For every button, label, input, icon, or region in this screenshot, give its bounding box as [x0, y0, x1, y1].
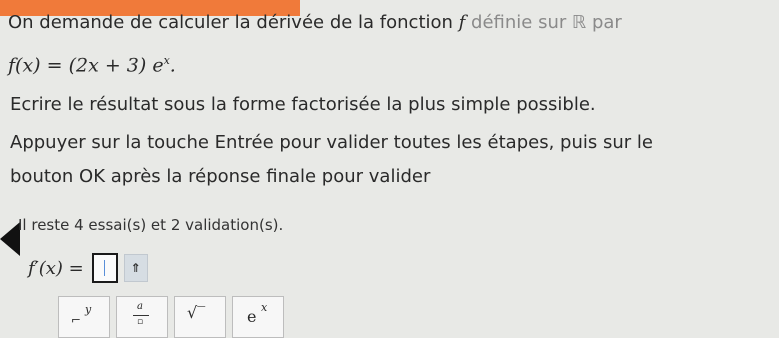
text-caret — [103, 260, 105, 276]
power-key-label: y — [85, 303, 92, 316]
exp-key-label: e — [247, 307, 257, 326]
instruction-ok: bouton OK après la réponse finale pour v… — [10, 166, 431, 187]
instruction-enter: Appuyer sur la touche Entrée pour valide… — [10, 132, 653, 153]
answer-input[interactable] — [91, 253, 118, 283]
fraction-key[interactable]: a ▫ — [116, 296, 168, 338]
fraction-key-label: a — [137, 301, 143, 312]
answer-row: f′(x) = ⇑ — [28, 253, 148, 283]
math-keypad: ⌐ y a ▫ √‾ e x — [58, 296, 290, 338]
exp-key[interactable]: e x — [232, 296, 284, 338]
answer-label: f′(x) = — [28, 257, 84, 279]
submit-step-button[interactable]: ⇑ — [123, 254, 148, 282]
fraction-bar-icon — [133, 315, 149, 316]
sqrt-icon: √‾ — [187, 303, 206, 322]
sqrt-key[interactable]: √‾ — [174, 296, 226, 338]
double-up-arrow-icon: ⇑ — [130, 261, 141, 275]
function-formula: f(x) = (2x + 3) ex. — [8, 54, 176, 77]
attempts-remaining: Il reste 4 essai(s) et 2 validation(s). — [18, 216, 284, 234]
question-text: On demande de calculer la dérivée de la … — [8, 12, 622, 33]
exercise-panel: On demande de calculer la dérivée de la … — [0, 0, 779, 338]
current-step-arrow-icon — [0, 222, 20, 256]
exp-key-sup: x — [261, 301, 268, 314]
power-key[interactable]: ⌐ y — [58, 296, 110, 338]
question-tail: définie sur ℝ par — [465, 12, 622, 33]
instruction-factorise: Ecrire le résultat sous la forme factori… — [10, 94, 596, 115]
